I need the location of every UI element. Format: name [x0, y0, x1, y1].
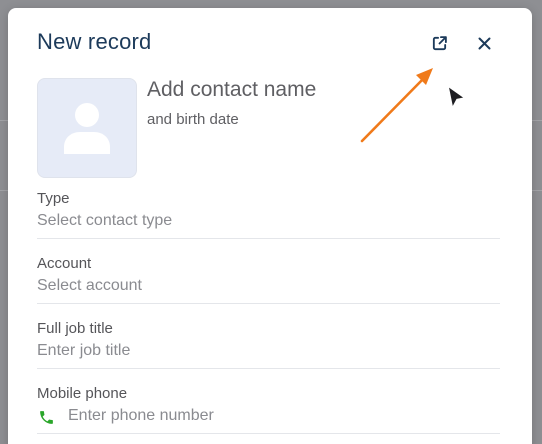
background-divider	[0, 120, 8, 121]
new-record-dialog: New record Add contact name and birth da…	[8, 8, 532, 444]
dialog-title: New record	[37, 29, 152, 54]
birth-date-input[interactable]: and birth date	[147, 111, 239, 128]
type-field: Type Select contact type	[37, 190, 500, 239]
open-in-new-button[interactable]	[428, 32, 450, 54]
contact-name-input[interactable]: Add contact name	[147, 78, 316, 102]
phone-icon	[40, 411, 53, 424]
close-icon	[478, 37, 490, 49]
background-divider	[0, 190, 8, 191]
account-field: Account Select account	[37, 255, 500, 304]
job-title-input[interactable]: Enter job title	[37, 342, 130, 360]
mobile-phone-field: Mobile phone Enter phone number	[37, 385, 500, 434]
contact-type-select[interactable]: Select contact type	[37, 212, 172, 230]
mobile-phone-input[interactable]: Enter phone number	[68, 407, 214, 425]
person-icon	[64, 103, 110, 154]
contact-photo-upload[interactable]	[37, 78, 137, 178]
job-title-label: Full job title	[37, 320, 113, 337]
background-divider	[532, 190, 542, 191]
background-divider	[532, 120, 542, 121]
type-label: Type	[37, 190, 70, 207]
mobile-phone-label: Mobile phone	[37, 385, 128, 402]
open-in-new-icon	[432, 35, 447, 50]
account-select[interactable]: Select account	[37, 277, 142, 295]
close-button[interactable]	[473, 32, 495, 54]
account-label: Account	[37, 255, 92, 272]
job-title-field: Full job title Enter job title	[37, 320, 500, 369]
